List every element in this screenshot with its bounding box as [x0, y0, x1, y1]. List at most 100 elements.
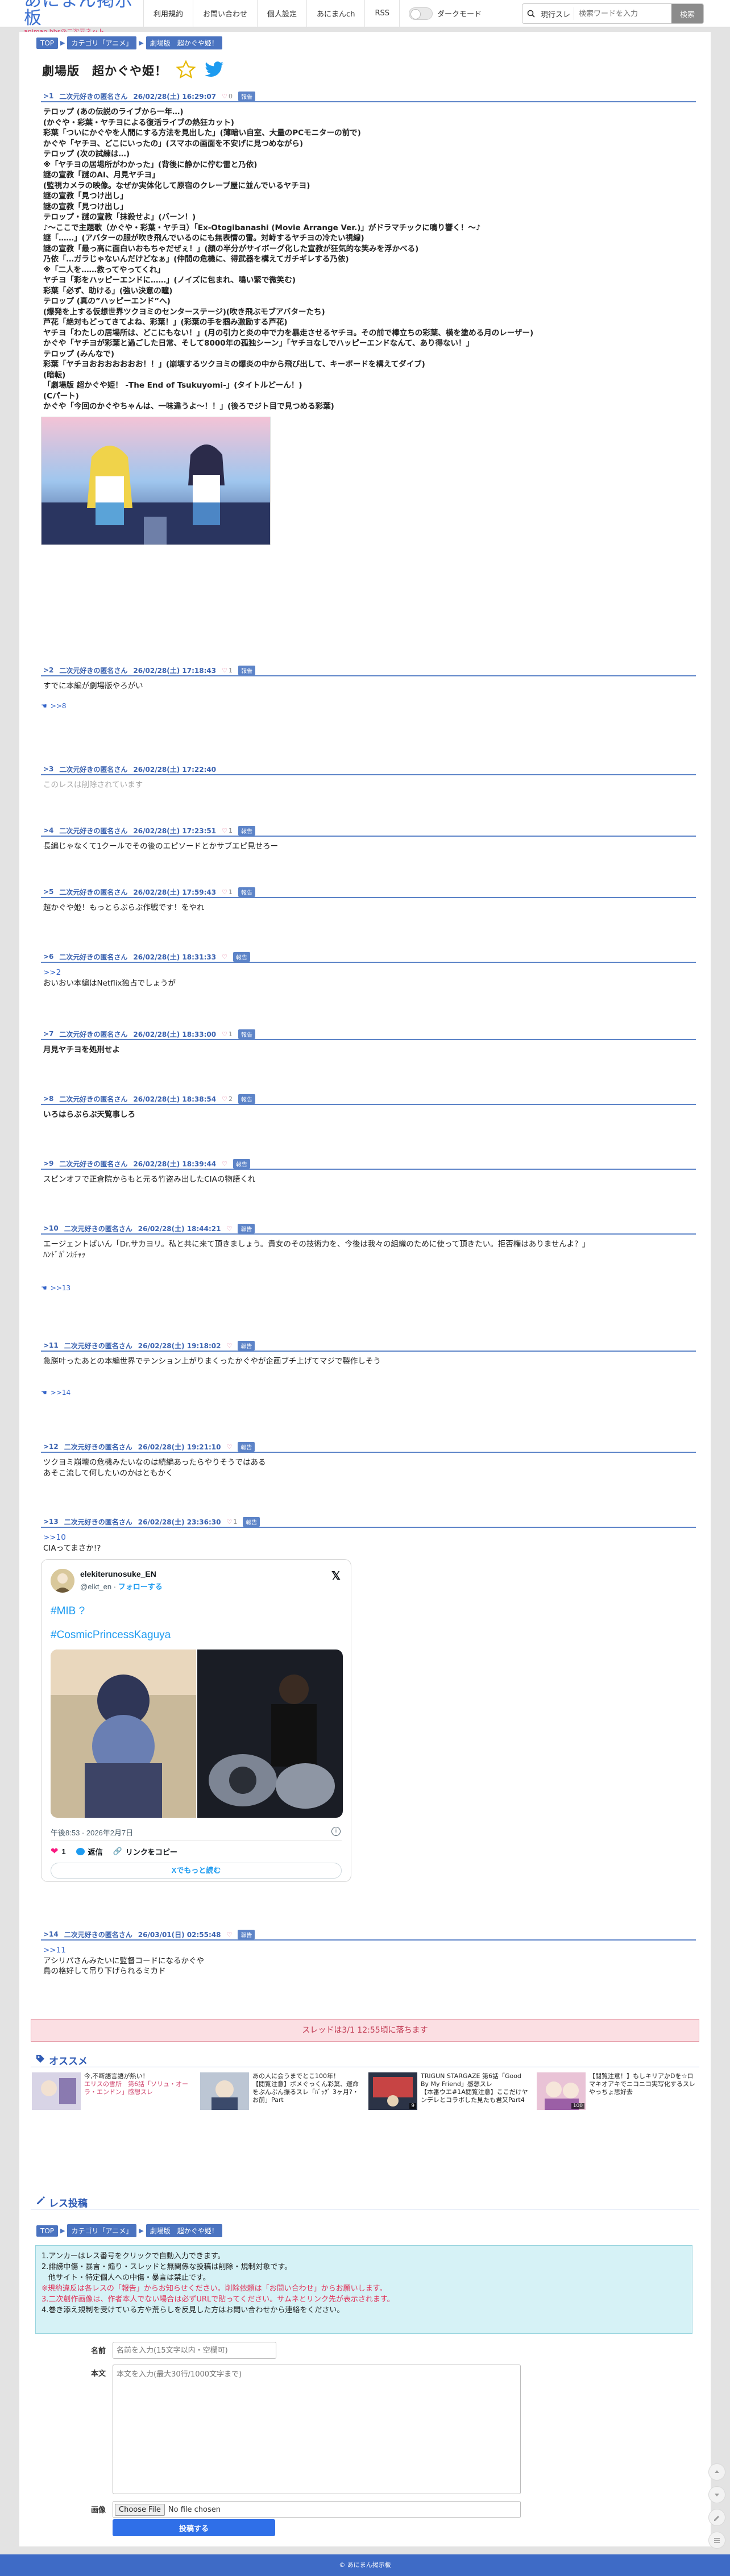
- favorite-star-icon[interactable]: [176, 60, 196, 81]
- scroll-bottom-icon[interactable]: [708, 2486, 725, 2503]
- post-number[interactable]: >12: [43, 1443, 59, 1451]
- nav-rss[interactable]: RSS: [364, 0, 400, 27]
- x-logo-icon[interactable]: 𝕏: [331, 1569, 341, 1583]
- post-number[interactable]: >9: [43, 1160, 53, 1167]
- post-number[interactable]: >6: [43, 953, 53, 961]
- reply-link[interactable]: ☚ >>8: [41, 702, 696, 710]
- nav-terms[interactable]: 利用規約: [143, 0, 193, 27]
- report-button[interactable]: 報告: [238, 91, 256, 101]
- post-number[interactable]: >14: [43, 1930, 59, 1938]
- breadcrumb-category[interactable]: カテゴリ「アニメ」: [67, 2224, 137, 2237]
- embedded-tweet[interactable]: elekiterunosuke_EN @elkt_en · フォローする 𝕏 #…: [41, 1559, 351, 1882]
- tweet-copy-link-button[interactable]: 🔗 リンクをコピー: [113, 1846, 177, 1857]
- post-number[interactable]: >4: [43, 826, 53, 834]
- anime-screenshot-image[interactable]: [41, 416, 271, 545]
- tweet-follow-button[interactable]: フォローする: [118, 1582, 163, 1591]
- twitter-share-icon[interactable]: [205, 61, 224, 80]
- tweet-image-right[interactable]: [197, 1650, 343, 1818]
- post-number[interactable]: >1: [43, 92, 53, 100]
- report-button[interactable]: 報告: [238, 887, 256, 897]
- breadcrumb-thread[interactable]: 劇場版 超かぐや姫！: [146, 36, 222, 49]
- dark-mode-toggle[interactable]: [408, 7, 433, 20]
- post-number[interactable]: >11: [43, 1341, 59, 1349]
- report-button[interactable]: 報告: [238, 1223, 255, 1233]
- tweet-reply-button[interactable]: 返信: [76, 1846, 103, 1857]
- report-button[interactable]: 報告: [238, 1340, 255, 1351]
- reply-link-text[interactable]: >>13: [51, 1284, 70, 1292]
- nav-settings[interactable]: 個人設定: [257, 0, 306, 27]
- like-button[interactable]: ♡ 1: [222, 1031, 233, 1038]
- recommend-item[interactable]: 9 TRIGUN STARGAZE 第6話「Good By My Friend」…: [368, 2072, 531, 2112]
- like-button[interactable]: ♡ 0: [222, 93, 233, 100]
- like-button[interactable]: ♡: [227, 1225, 233, 1232]
- breadcrumb-thread[interactable]: 劇場版 超かぐや姫！: [146, 2224, 222, 2237]
- like-button[interactable]: ♡: [227, 1931, 233, 1938]
- search-button[interactable]: 検索: [671, 4, 703, 23]
- reply-link-text[interactable]: >>14: [51, 1389, 70, 1397]
- breadcrumb-top[interactable]: TOP: [36, 37, 59, 49]
- recommend-thumbnail[interactable]: [32, 2072, 81, 2110]
- search-input[interactable]: [574, 9, 671, 18]
- recommend-thumbnail[interactable]: [200, 2072, 249, 2110]
- recommend-item[interactable]: 今,不断語言語が熱い！ エリスの雪所 第6話「ソリュ・オーラ・エンドン」感想スレ: [32, 2072, 194, 2112]
- recommend-link[interactable]: 【本番ウエ#1A閲覧注意】ここだけヤンデレとコラボした見たも君又Part4: [421, 2088, 531, 2104]
- report-button[interactable]: 報告: [238, 1094, 256, 1104]
- like-button[interactable]: ♡: [222, 1160, 227, 1167]
- like-button[interactable]: ♡ 1: [222, 888, 233, 896]
- tweet-avatar[interactable]: [51, 1569, 74, 1593]
- body-textarea[interactable]: [113, 2365, 521, 2494]
- report-button[interactable]: 報告: [238, 665, 256, 675]
- reply-link[interactable]: ☚ >>14: [41, 1389, 696, 1397]
- submit-button[interactable]: 投稿する: [113, 2519, 275, 2536]
- like-button[interactable]: ♡: [227, 1443, 233, 1451]
- breadcrumb-top[interactable]: TOP: [36, 2225, 59, 2237]
- write-icon[interactable]: [708, 2509, 725, 2526]
- tweet-hashtag[interactable]: #MIB ?: [51, 1605, 85, 1618]
- breadcrumb-category[interactable]: カテゴリ「アニメ」: [67, 36, 137, 49]
- anchor-link[interactable]: >>2: [43, 967, 696, 978]
- report-button[interactable]: 報告: [238, 1441, 255, 1452]
- like-button[interactable]: ♡ 2: [222, 1095, 233, 1103]
- like-button[interactable]: ♡ 1: [227, 1518, 238, 1526]
- post-number[interactable]: >5: [43, 888, 53, 896]
- reply-link[interactable]: ☚ >>13: [41, 1284, 696, 1292]
- choose-file-button[interactable]: Choose File: [115, 2503, 165, 2516]
- tweet-hashtag[interactable]: #CosmicPrincessKaguya: [51, 1629, 171, 1642]
- report-button[interactable]: 報告: [233, 952, 251, 962]
- scroll-top-icon[interactable]: [708, 2463, 725, 2481]
- report-button[interactable]: 報告: [243, 1516, 260, 1527]
- tweet-image-left[interactable]: [51, 1650, 196, 1818]
- menu-icon[interactable]: [708, 2532, 725, 2549]
- tweet-read-more-button[interactable]: Xでもっと読む: [51, 1863, 342, 1879]
- report-button[interactable]: 報告: [233, 1158, 251, 1169]
- post-number[interactable]: >10: [43, 1224, 59, 1232]
- recommend-thumbnail[interactable]: 9: [368, 2072, 417, 2110]
- like-button[interactable]: ♡ 1: [222, 827, 233, 834]
- anchor-link[interactable]: >>10: [43, 1532, 696, 1543]
- nav-contact[interactable]: お問い合わせ: [193, 0, 257, 27]
- tweet-media[interactable]: [51, 1650, 343, 1818]
- tweet-author-name[interactable]: elekiterunosuke_EN: [80, 1569, 156, 1578]
- recommend-item[interactable]: 100 【閲覧注意！】もしキリアかDを☆ロマキオアキでニコニコ実写化するスレ やっ…: [537, 2072, 699, 2112]
- like-button[interactable]: ♡ 1: [222, 667, 233, 674]
- image-file-input[interactable]: Choose File No file chosen: [113, 2501, 521, 2518]
- name-input[interactable]: [113, 2342, 276, 2359]
- tweet-like-button[interactable]: ❤ 1: [51, 1846, 66, 1857]
- tweet-timestamp[interactable]: 午後8:53 · 2026年2月7日: [51, 1827, 133, 1838]
- report-button[interactable]: 報告: [238, 1929, 255, 1939]
- nav-animanch[interactable]: あにまんch: [306, 0, 364, 27]
- site-logo[interactable]: あにまん掲示板 animan bbs@二次元ネット: [24, 0, 143, 35]
- reply-link-text[interactable]: >>8: [51, 702, 67, 710]
- anchor-link[interactable]: >>11: [43, 1945, 696, 1956]
- report-button[interactable]: 報告: [238, 1029, 256, 1039]
- recommend-item[interactable]: あの人に会うまでとこ100年！ 【閲覧注意】ボメぐっくん彩葉、運命をぶんぶん振るス…: [200, 2072, 363, 2112]
- recommend-link[interactable]: 【閲覧注意】ボメぐっくん彩葉、運命をぶんぶん振るスレ「ﾊﾞｯｸﾞ 3ヶ月?・お前…: [252, 2080, 363, 2104]
- post-number[interactable]: >2: [43, 666, 53, 674]
- post-number[interactable]: >8: [43, 1095, 53, 1103]
- like-button[interactable]: ♡: [222, 953, 227, 961]
- recommend-link[interactable]: やっちょ思好去: [589, 2088, 699, 2096]
- recommend-thumbnail[interactable]: 100: [537, 2072, 586, 2110]
- post-number[interactable]: >13: [43, 1518, 59, 1526]
- recommend-link[interactable]: エリスの雪所 第6話「ソリュ・オーラ・エンドン」感想スレ: [84, 2080, 194, 2096]
- like-button[interactable]: ♡: [227, 1342, 233, 1349]
